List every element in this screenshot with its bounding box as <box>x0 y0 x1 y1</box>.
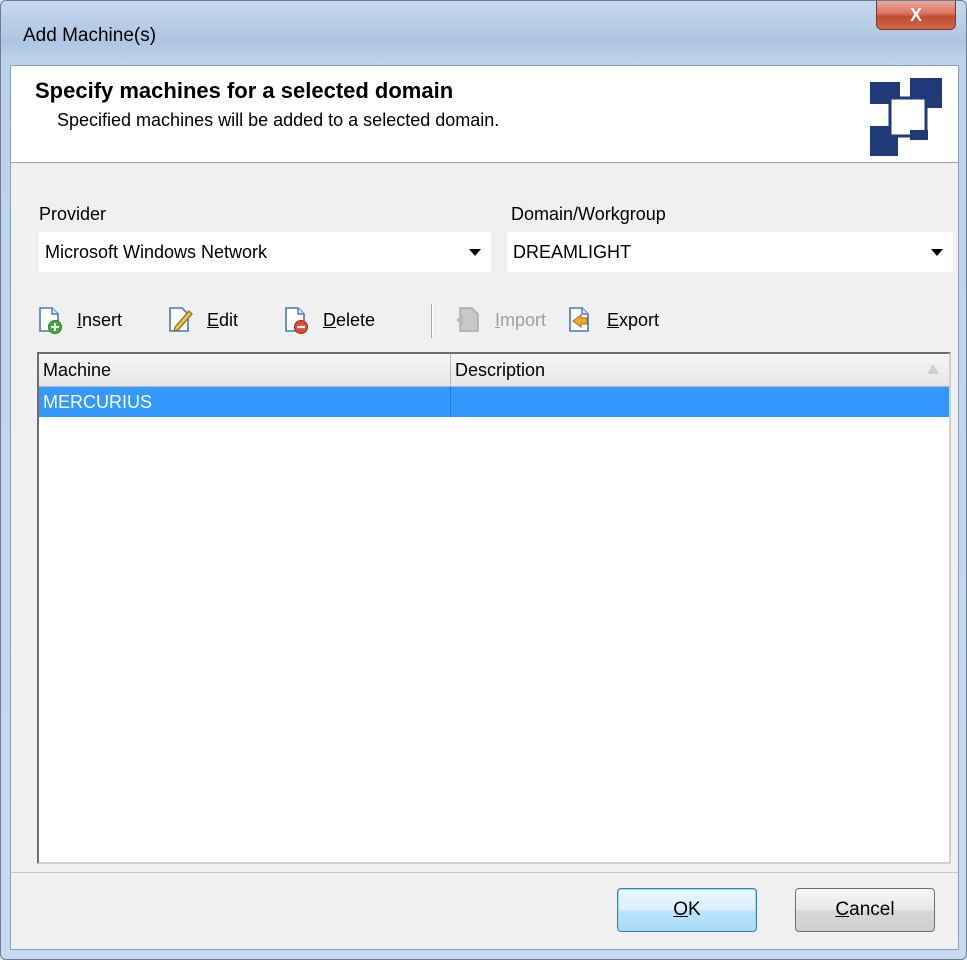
sort-ascending-icon <box>927 364 939 374</box>
dialog-window: Add Machine(s) X Specify machines for a … <box>0 0 967 960</box>
column-header-description-label: Description <box>455 359 546 380</box>
header-panel: Specify machines for a selected domain S… <box>11 66 958 163</box>
insert-button[interactable]: Insert <box>35 298 122 342</box>
domain-logo-icon <box>870 78 942 156</box>
cancel-button[interactable]: Cancel <box>795 888 935 932</box>
header-subtitle: Specified machines will be added to a se… <box>57 110 500 130</box>
import-icon <box>456 307 479 332</box>
title-bar[interactable]: Add Machine(s) X <box>1 1 966 65</box>
edit-icon <box>169 307 193 332</box>
chevron-down-icon[interactable] <box>931 249 943 256</box>
ok-button[interactable]: OK <box>617 888 757 932</box>
delete-label: Delete <box>323 309 376 330</box>
close-icon: X <box>909 4 922 25</box>
delete-button[interactable]: Delete <box>281 298 375 342</box>
cancel-label: Cancel <box>835 899 895 920</box>
table-row[interactable]: MERCURIUS <box>39 387 949 417</box>
edit-button[interactable]: Edit <box>165 298 238 342</box>
column-header-machine[interactable]: Machine <box>39 354 451 386</box>
machines-grid[interactable]: Machine Description MERCURIUS <box>37 352 951 864</box>
provider-label: Provider <box>39 204 107 224</box>
delete-icon <box>285 307 308 334</box>
insert-icon <box>39 307 62 334</box>
grid-header: Machine Description <box>39 354 949 387</box>
provider-value: Microsoft Windows Network <box>45 241 268 262</box>
provider-dropdown[interactable]: Microsoft Windows Network <box>39 232 491 272</box>
import-label: Import <box>495 309 547 330</box>
column-header-description[interactable]: Description <box>451 354 949 386</box>
export-icon <box>569 307 589 332</box>
toolbar-separator <box>431 304 433 338</box>
machine-cell[interactable]: MERCURIUS <box>39 387 451 417</box>
ok-label: OK <box>673 899 701 920</box>
insert-label: Insert <box>77 309 123 330</box>
export-label: Export <box>607 309 660 330</box>
footer-divider <box>11 872 958 873</box>
description-cell[interactable] <box>451 387 949 417</box>
domain-dropdown[interactable]: DREAMLIGHT <box>507 232 953 272</box>
edit-label: Edit <box>207 309 239 330</box>
chevron-down-icon[interactable] <box>469 249 481 256</box>
import-button[interactable]: Import <box>453 298 546 342</box>
dialog-client: Specify machines for a selected domain S… <box>10 65 959 950</box>
domain-value: DREAMLIGHT <box>513 241 632 262</box>
window-title: Add Machine(s) <box>23 25 157 46</box>
export-button[interactable]: Export <box>565 298 659 342</box>
domain-label: Domain/Workgroup <box>511 204 666 224</box>
close-button[interactable]: X <box>876 1 956 30</box>
header-title: Specify machines for a selected domain <box>35 78 454 103</box>
toolbar: Insert Edit Delete Import Export <box>35 298 735 342</box>
